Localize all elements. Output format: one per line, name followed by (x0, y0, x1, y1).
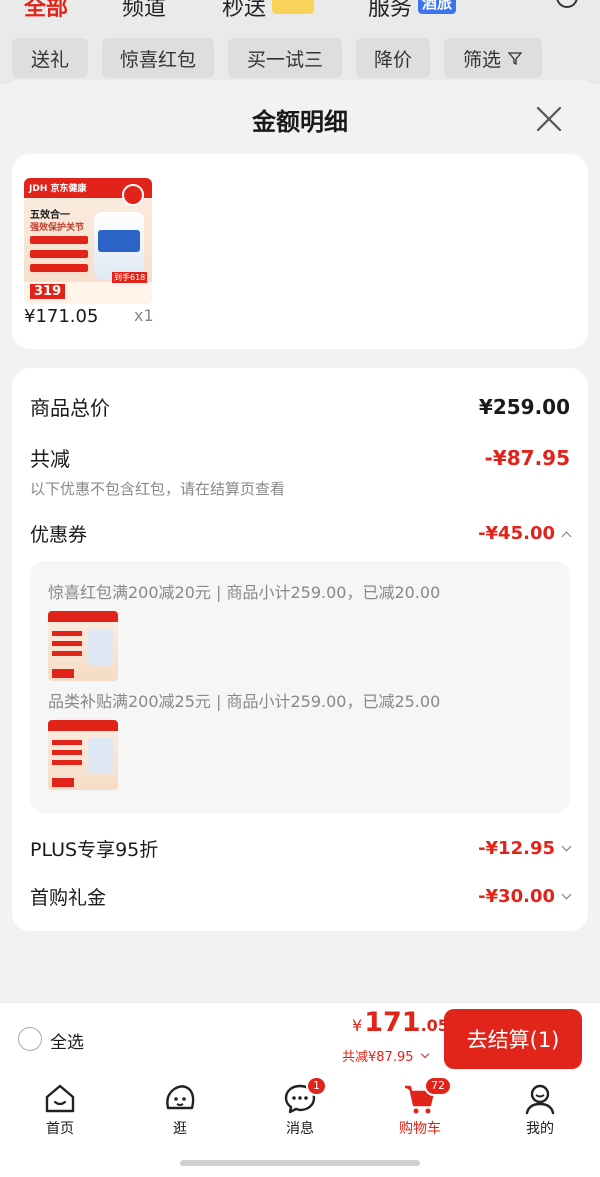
thumb-headline-2: 强效保护关节 (30, 223, 85, 233)
plus-label: PLUS专享95折 (30, 839, 159, 861)
tab-profile-label: 我的 (526, 1121, 554, 1137)
discount-note: 以下优惠不包含红包，请在结算页查看 (30, 480, 286, 498)
chevron-down-icon (561, 889, 572, 900)
saved-detail-toggle[interactable]: 共减¥87.95 (342, 1046, 429, 1065)
first-buy-row[interactable]: 首购礼金 -¥30.00 (30, 883, 572, 910)
close-icon[interactable] (534, 104, 564, 134)
tab-instant[interactable]: 秒送 (222, 0, 266, 22)
chevron-down-icon (420, 1049, 429, 1058)
filter-icon (507, 52, 523, 66)
coupon-detail-box: 惊喜红包满200减20元 | 商品小计259.00，已减20.00 品类补贴满2… (30, 561, 570, 813)
chip-filter-label: 筛选 (462, 48, 501, 71)
search-icon[interactable] (556, 0, 578, 8)
first-buy-value-wrap: -¥30.00 (478, 886, 572, 907)
goods-total-label: 商品总价 (30, 396, 110, 420)
chip-red-packet[interactable]: 惊喜红包 (102, 38, 214, 78)
total-currency: ¥ (352, 1016, 363, 1035)
product-card: JDH 京东健康 五效合一 强效保护关节 319 到手618 ¥171.05 x… (12, 154, 588, 349)
home-indicator (180, 1160, 420, 1166)
coupon-line: 惊喜红包满200减20元 | 商品小计259.00，已减20.00 (48, 583, 441, 602)
tab-profile[interactable]: 我的 (500, 1082, 580, 1138)
saved-amount: 共减¥87.95 (342, 1050, 414, 1065)
travel-badge: 酒旅 (418, 0, 457, 14)
thumb-brand: JDH 京东健康 (29, 184, 87, 194)
checkout-button[interactable]: 去结算(1) (444, 1009, 582, 1069)
coupon-label: 优惠券 (30, 524, 88, 546)
tab-home[interactable]: 首页 (20, 1082, 100, 1138)
check-badge-icon (122, 184, 144, 206)
coupon-line: 品类补贴满200减25元 | 商品小计259.00，已减25.00 (48, 692, 441, 711)
coupon-value-wrap: -¥45.00 (478, 523, 572, 544)
total-discount-label: 共减 (30, 447, 70, 471)
tab-browse[interactable]: 逛 (140, 1082, 220, 1138)
price-breakdown-card: 商品总价 ¥259.00 共减 -¥87.95 以下优惠不包含红包，请在结算页查… (12, 368, 588, 931)
checkout-bar: 全选 ¥ 171 .05 共减¥87.95 去结算(1) (0, 1002, 600, 1074)
tab-channel[interactable]: 频道 (122, 0, 166, 22)
goods-total-row: 商品总价 ¥259.00 (30, 392, 570, 421)
sheet-title: 金额明细 (252, 108, 348, 136)
tab-messages-label: 消息 (286, 1121, 314, 1137)
browse-icon (166, 1085, 195, 1110)
select-all-checkbox[interactable] (18, 1027, 42, 1051)
thumb-tag: 到手618 (112, 272, 148, 283)
tab-browse-label: 逛 (173, 1121, 187, 1137)
product-price: ¥171.05 (24, 306, 99, 327)
product-thumbnail[interactable]: JDH 京东健康 五效合一 强效保护关节 319 到手618 (24, 178, 152, 304)
chip-filter[interactable]: 筛选 (444, 38, 542, 78)
home-icon (45, 1084, 75, 1113)
chip-gift[interactable]: 送礼 (12, 38, 88, 78)
chevron-down-icon (561, 841, 572, 852)
total-price: ¥ 171 .05 (352, 1007, 449, 1038)
thumb-headline-1: 五效合一 (30, 210, 70, 221)
goods-total-value: ¥259.00 (478, 394, 570, 419)
amount-detail-sheet: 金额明细 JDH 京东健康 五效合一 强效保护关节 319 到手618 ¥171… (0, 80, 600, 1005)
coupon-product-thumbnail (48, 720, 118, 790)
coupon-product-thumbnail (48, 611, 118, 681)
total-discount-value: -¥87.95 (484, 445, 570, 470)
coupon-value: -¥45.00 (478, 523, 555, 544)
filter-chip-bar: 送礼 惊喜红包 买一试三 降价 筛选 (0, 24, 600, 84)
tab-cart-label: 购物车 (399, 1121, 441, 1137)
chip-price-drop[interactable]: 降价 (356, 38, 430, 78)
select-all-label[interactable]: 全选 (50, 1028, 84, 1053)
tab-cart[interactable]: 72 购物车 (380, 1076, 460, 1138)
messages-badge: 1 (306, 1076, 327, 1096)
tab-messages[interactable]: 1 消息 (260, 1076, 340, 1138)
plus-discount-row[interactable]: PLUS专享95折 -¥12.95 (30, 835, 572, 862)
chip-try[interactable]: 买一试三 (228, 38, 342, 78)
plus-value: -¥12.95 (478, 838, 555, 859)
plus-value-wrap: -¥12.95 (478, 838, 572, 859)
tab-home-label: 首页 (46, 1121, 74, 1137)
tab-service[interactable]: 服务 (368, 0, 412, 22)
coupon-row[interactable]: 优惠券 -¥45.00 (30, 520, 572, 547)
chevron-up-icon (561, 531, 572, 542)
total-discount-row: 共减 -¥87.95 (30, 443, 570, 472)
total-int: 171 (364, 1007, 421, 1038)
thumb-price: 319 (30, 284, 66, 299)
instant-badge (272, 0, 314, 14)
first-buy-label: 首购礼金 (30, 887, 107, 909)
profile-icon (525, 1084, 555, 1115)
cart-badge: 72 (424, 1076, 452, 1096)
product-qty: x1 (134, 306, 154, 325)
top-category-tabs: 全部 频道 秒送 服务 酒旅 (0, 0, 600, 24)
first-buy-value: -¥30.00 (478, 886, 555, 907)
tab-all[interactable]: 全部 (24, 0, 68, 22)
